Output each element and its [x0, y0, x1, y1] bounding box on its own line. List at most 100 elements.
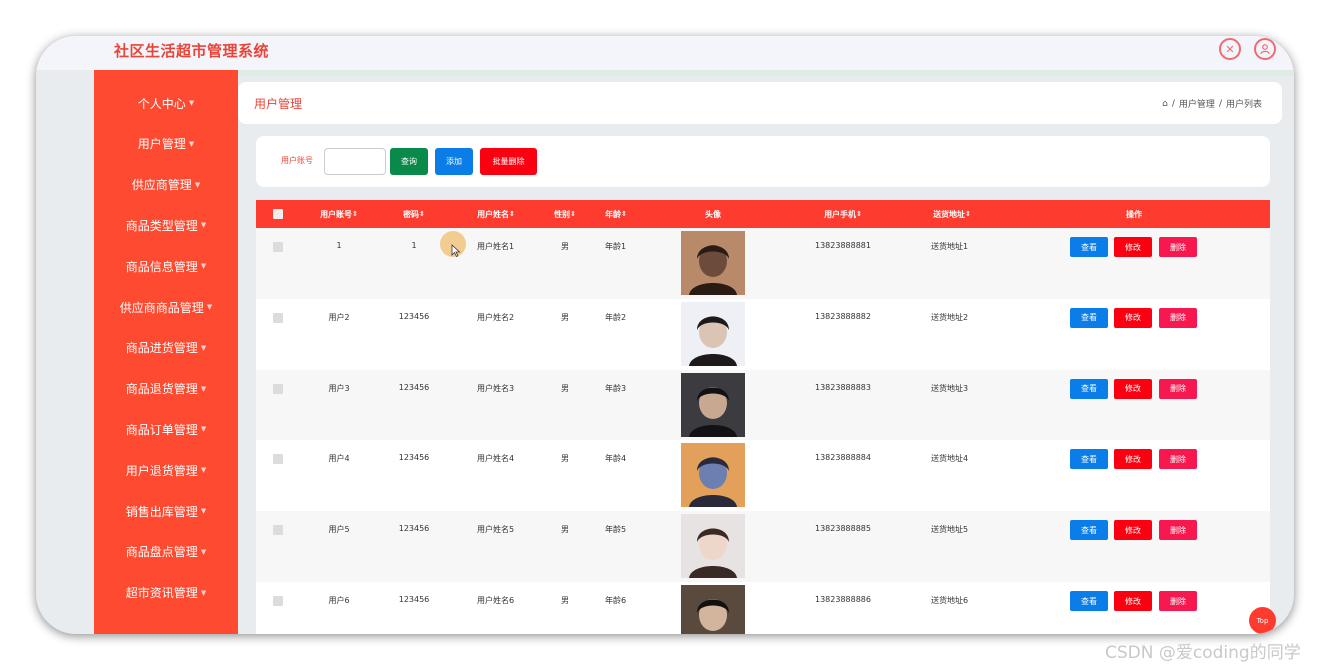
sidebar-item[interactable]: 供应商管理 ▼ — [94, 165, 238, 205]
search-label: 用户账号 — [281, 156, 313, 165]
delete-button[interactable]: 删除 — [1159, 307, 1197, 328]
view-button[interactable]: 查看 — [1070, 591, 1108, 611]
column-header: 头像 — [705, 209, 721, 219]
row-checkbox[interactable] — [273, 242, 283, 252]
chevron-down-icon: ▼ — [194, 180, 201, 189]
sidebar-item-label: 销售出库管理 — [125, 504, 198, 519]
table-row: 用户2 123456 用户姓名2 男 年龄2 13823888882 送货地址2 查看 修改 删除 — [256, 298, 1270, 370]
sidebar-item-label: 超市资讯管理 — [125, 586, 198, 601]
user-icon[interactable] — [1254, 38, 1276, 60]
row-checkbox[interactable] — [273, 312, 283, 323]
delete-button[interactable]: 删除 — [1159, 591, 1197, 611]
mouse-cursor-icon — [451, 244, 461, 257]
table-row: 用户6 123456 用户姓名6 男 年龄6 13823888886 送货地址6 查看 修改 删除 — [256, 582, 1270, 634]
row-checkbox[interactable] — [273, 596, 283, 606]
sidebar-item[interactable]: 商品盘点管理 ▼ — [94, 532, 238, 572]
avatar — [681, 372, 745, 437]
expand-icon[interactable]: ✕ — [1219, 38, 1241, 60]
sort-icon[interactable]: ⇕ — [856, 210, 862, 218]
page-header: 用户管理 ⌂ / 用户管理 / 用户列表 — [238, 82, 1282, 124]
edit-button[interactable]: 修改 — [1114, 237, 1152, 257]
cell-gender: 男 — [561, 596, 569, 605]
table-row: 用户4 123456 用户姓名4 男 年龄4 13823888884 送货地址4 查看 修改 删除 — [256, 440, 1270, 512]
sidebar-item[interactable]: 商品进货管理 ▼ — [94, 328, 238, 368]
chevron-down-icon: ▼ — [200, 221, 207, 230]
sidebar-item[interactable]: 个人中心 ▼ — [94, 83, 238, 123]
cell-gender: 男 — [561, 525, 569, 535]
sidebar-item-label: 商品订单管理 — [125, 422, 198, 437]
cell-password: 123456 — [398, 311, 430, 321]
select-all-checkbox[interactable] — [273, 209, 283, 219]
column-header[interactable]: 密码 ⇕ — [403, 200, 425, 228]
edit-button[interactable]: 修改 — [1114, 591, 1152, 611]
sort-icon[interactable]: ⇕ — [352, 210, 358, 218]
sort-icon[interactable]: ⇕ — [509, 210, 515, 218]
cell-password: 123456 — [398, 453, 430, 463]
column-header[interactable]: 用户账号 ⇕ — [320, 200, 358, 228]
row-checkbox[interactable] — [273, 525, 283, 536]
edit-button[interactable]: 修改 — [1114, 307, 1152, 328]
sort-icon[interactable]: ⇕ — [419, 210, 425, 218]
cell-name: 用户姓名6 — [477, 596, 515, 605]
delete-button[interactable]: 删除 — [1159, 449, 1197, 470]
sidebar-item[interactable]: 商品退货管理 ▼ — [94, 369, 238, 409]
sidebar-item[interactable]: 用户退货管理 ▼ — [94, 450, 238, 490]
sidebar-item[interactable]: 销售出库管理 ▼ — [94, 491, 238, 531]
breadcrumb-item-user-list: 用户列表 — [1225, 100, 1262, 110]
sidebar-item[interactable]: 超市资讯管理 ▼ — [94, 573, 238, 613]
back-to-top-button[interactable]: Top — [1249, 607, 1276, 634]
sort-icon[interactable]: ⇕ — [570, 210, 576, 218]
avatar — [681, 301, 745, 366]
view-button[interactable]: 查看 — [1070, 520, 1108, 541]
column-header[interactable]: 性别 ⇕ — [554, 200, 576, 228]
row-checkbox[interactable] — [273, 454, 283, 465]
delete-button[interactable]: 删除 — [1159, 378, 1197, 399]
cell-name: 用户姓名2 — [477, 312, 515, 322]
cell-phone: 13823888885 — [815, 524, 871, 534]
sidebar-item[interactable]: 用户管理 ▼ — [94, 124, 238, 164]
sidebar-item[interactable]: 供应商商品管理 ▼ — [94, 287, 238, 327]
delete-button[interactable]: 删除 — [1159, 520, 1197, 541]
add-button[interactable]: 添加 — [435, 148, 473, 175]
delete-button[interactable]: 删除 — [1159, 237, 1197, 257]
sidebar-item[interactable]: 商品类型管理 ▼ — [94, 205, 238, 245]
cell-address: 送货地址2 — [931, 312, 969, 322]
sidebar-item[interactable]: 商品信息管理 ▼ — [94, 246, 238, 286]
view-button[interactable]: 查看 — [1070, 237, 1108, 257]
column-header[interactable]: 用户姓名 ⇕ — [477, 200, 515, 228]
app-window: 社区生活超市管理系统 ✕ 个人中心 ▼ 用户管理 ▼ 供应商管理 ▼ 商品类型管理 ▼ 商品信息… — [36, 36, 1294, 634]
page-title: 用户管理 — [254, 97, 303, 111]
cell-age: 年龄2 — [605, 312, 627, 322]
view-button[interactable]: 查看 — [1070, 449, 1108, 470]
sidebar-item[interactable]: 商品订单管理 ▼ — [94, 409, 238, 449]
sidebar-item-label: 商品进货管理 — [125, 341, 198, 356]
view-button[interactable]: 查看 — [1070, 378, 1108, 399]
sidebar-item-label: 供应商商品管理 — [119, 300, 204, 315]
edit-button[interactable]: 修改 — [1114, 520, 1152, 541]
edit-button[interactable]: 修改 — [1114, 449, 1152, 470]
home-icon[interactable]: ⌂ — [1162, 99, 1168, 109]
chevron-down-icon: ▼ — [206, 303, 213, 311]
sidebar-item-label: 商品类型管理 — [125, 218, 198, 233]
chevron-down-icon: ▼ — [188, 99, 195, 107]
sort-icon[interactable]: ⇕ — [621, 210, 627, 218]
cell-account: 1 — [336, 241, 342, 250]
view-button[interactable]: 查看 — [1070, 307, 1108, 328]
row-checkbox[interactable] — [273, 383, 283, 394]
query-button[interactable]: 查询 — [390, 148, 428, 175]
cell-password: 123456 — [398, 382, 430, 392]
column-header[interactable]: 年龄 ⇕ — [605, 200, 627, 228]
cell-gender: 男 — [561, 454, 569, 464]
sort-icon[interactable]: ⇕ — [965, 210, 971, 218]
chevron-down-icon: ▼ — [200, 384, 207, 393]
column-header[interactable]: 用户手机 ⇕ — [824, 200, 862, 228]
sidebar-item-label: 商品退货管理 — [125, 382, 198, 397]
table-row: 1 1 用户姓名1 男 年龄1 13823888881 送货地址1 查看 修改 删除 — [256, 228, 1270, 299]
batch-delete-button[interactable]: 批量删除 — [480, 148, 537, 175]
breadcrumb-item-user-management[interactable]: 用户管理 — [1179, 97, 1215, 110]
edit-button[interactable]: 修改 — [1114, 378, 1152, 399]
column-header[interactable]: 送货地址 ⇕ — [933, 200, 971, 228]
cell-name: 用户姓名1 — [477, 242, 515, 251]
cell-account: 用户5 — [328, 525, 350, 535]
account-search-input[interactable] — [324, 148, 386, 175]
